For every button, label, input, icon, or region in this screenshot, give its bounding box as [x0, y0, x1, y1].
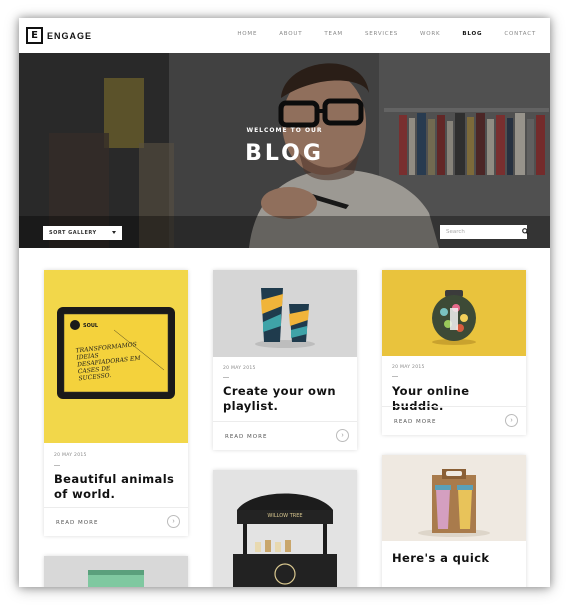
filter-bar: SORT GALLERY Search — [19, 216, 550, 248]
hero-subtitle: WELCOME TO OUR — [246, 127, 323, 134]
blog-card-5[interactable]: WILLOW TREE — [213, 470, 357, 587]
blog-card-1[interactable]: SOUL TRANSFORMAMOS IDEIAS DESAFIADORAS E… — [44, 270, 188, 536]
page-frame: E ENGAGE HOME ABOUT TEAM SERVICES WORK B… — [19, 18, 550, 587]
nav-work[interactable]: WORK — [420, 31, 440, 37]
svg-text:WILLOW TREE: WILLOW TREE — [267, 513, 302, 519]
nav-about[interactable]: ABOUT — [279, 31, 302, 37]
post-image-4[interactable] — [44, 556, 188, 587]
post-image-3[interactable] — [382, 270, 526, 356]
post-title[interactable]: Your online buddie. — [392, 384, 516, 414]
read-more-link[interactable]: READ MORE — [394, 419, 436, 425]
logo-text: ENGAGE — [47, 30, 93, 41]
nav-team[interactable]: TEAM — [324, 31, 343, 37]
nav-blog[interactable]: BLOG — [462, 31, 482, 37]
chevron-down-icon — [112, 231, 116, 234]
read-more-link[interactable]: READ MORE — [56, 520, 98, 526]
logo[interactable]: E ENGAGE — [26, 27, 92, 44]
blog-card-4[interactable] — [44, 556, 188, 587]
main-nav: HOME ABOUT TEAM SERVICES WORK BLOG CONTA… — [215, 31, 536, 37]
blog-card-6[interactable]: Here's a quick — [382, 455, 526, 587]
arrow-right-icon[interactable]: › — [336, 429, 349, 442]
sort-gallery-select[interactable]: SORT GALLERY — [43, 226, 122, 240]
arrow-right-icon[interactable]: › — [505, 414, 518, 427]
post-date: 20 MAY 2015 — [54, 453, 87, 458]
search-placeholder: Search — [446, 229, 465, 235]
site-header: E ENGAGE HOME ABOUT TEAM SERVICES WORK B… — [19, 18, 550, 53]
search-input[interactable]: Search — [440, 225, 529, 239]
post-title[interactable]: Here's a quick — [392, 551, 516, 566]
sort-gallery-label: SORT GALLERY — [49, 230, 97, 236]
read-more-link[interactable]: READ MORE — [225, 434, 267, 440]
arrow-right-icon[interactable]: › — [167, 515, 180, 528]
nav-home[interactable]: HOME — [237, 31, 257, 37]
tablet-headline: TRANSFORMAMOS IDEIAS DESAFIADORAS EM CAS… — [75, 341, 141, 383]
post-title[interactable]: Create your own playlist. — [223, 384, 347, 414]
tablet-brand: SOUL — [83, 323, 99, 329]
post-date: 20 MAY 2015 — [223, 366, 256, 371]
hero-banner: WELCOME TO OUR BLOG SORT GALLERY Search — [19, 53, 550, 248]
logo-mark: E — [26, 27, 43, 44]
hero-title: BLOG — [245, 141, 324, 166]
blog-card-3[interactable]: 20 MAY 2015 Your online buddie. READ MOR… — [382, 270, 526, 435]
nav-services[interactable]: SERVICES — [365, 31, 398, 37]
post-image-6[interactable] — [382, 455, 526, 541]
post-image-5[interactable]: WILLOW TREE — [213, 470, 357, 587]
post-image-1[interactable]: SOUL TRANSFORMAMOS IDEIAS DESAFIADORAS E… — [44, 270, 188, 443]
post-title[interactable]: Beautiful animals of world. — [54, 472, 178, 502]
post-image-2[interactable] — [213, 270, 357, 357]
blog-card-2[interactable]: 20 MAY 2015 Create your own playlist. RE… — [213, 270, 357, 450]
nav-contact[interactable]: CONTACT — [504, 31, 536, 37]
post-date: 20 MAY 2015 — [392, 365, 425, 370]
